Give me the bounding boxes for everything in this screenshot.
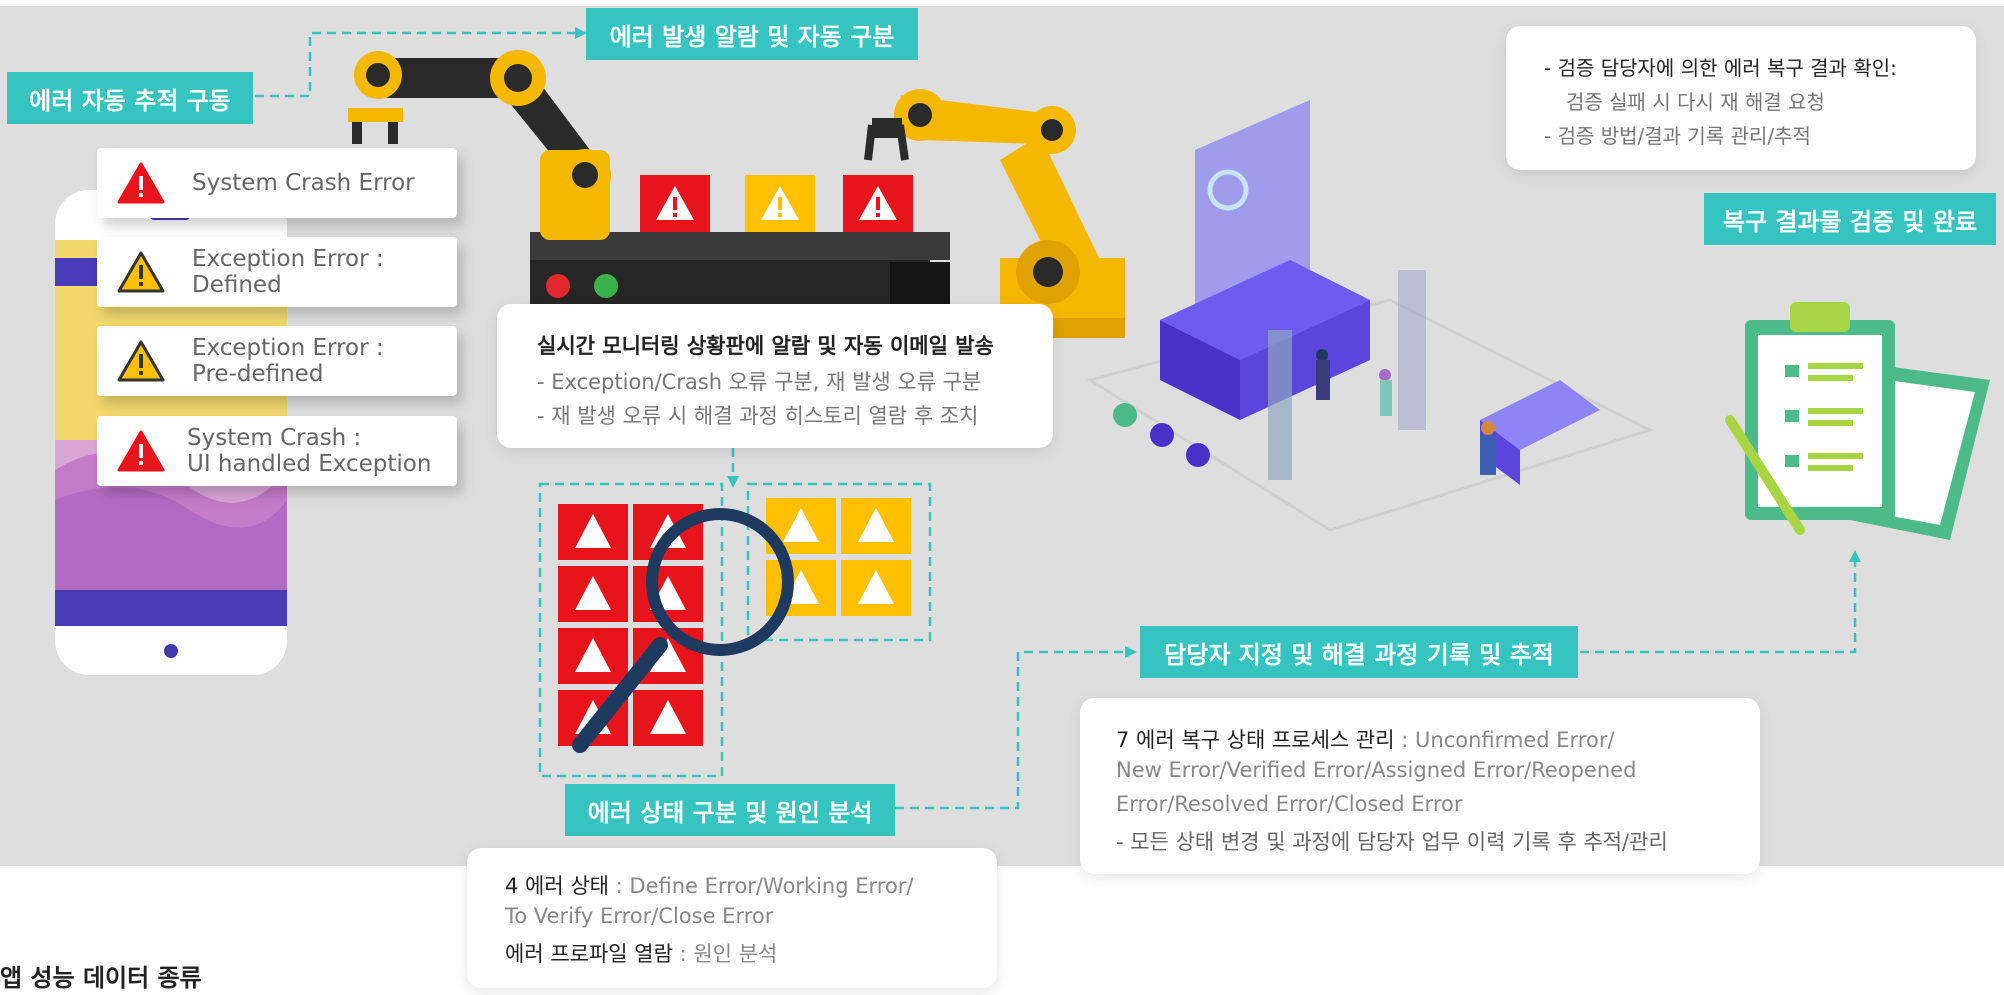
error-card-title: System Crash : <box>187 425 362 451</box>
status-line-1: 4 에러 상태 : Define Error/Working Error/ <box>505 870 914 900</box>
error-red-icon <box>117 430 165 472</box>
profile-title: 에러 프로파일 열람 <box>505 942 673 966</box>
clipboard-checklist-illustration <box>1725 302 1990 540</box>
status-states-1: : Define Error/Working Error/ <box>609 874 914 898</box>
error-card-subtitle: Pre-defined <box>192 361 324 387</box>
profile-desc: : 원인 분석 <box>672 942 778 966</box>
status-title: 4 에러 상태 <box>505 874 609 898</box>
error-card-title: System Crash Error <box>192 170 415 196</box>
verify-line-1: - 검증 담당자에 의한 에러 복구 결과 확인: <box>1544 56 1897 80</box>
diagram-canvas: 에러 자동 추적 구동 에러 발생 알람 및 자동 구분 에러 상태 구분 및 … <box>0 0 2004 995</box>
error-red-icon <box>117 162 165 204</box>
arrowhead-icon <box>727 476 739 488</box>
monitoring-info-card: 실시간 모니터링 상황판에 알람 및 자동 이메일 발송 - Exception… <box>497 304 1053 448</box>
label-status-analysis: 에러 상태 구분 및 원인 분석 <box>565 784 895 836</box>
error-card-title: Exception Error : <box>192 335 384 361</box>
label-auto-trace: 에러 자동 추적 구동 <box>7 72 253 124</box>
process-line-2: New Error/Verified Error/Assigned Error/… <box>1116 758 1637 782</box>
error-card-ui-handled: System Crash : UI handled Exception <box>97 416 457 486</box>
arrowhead-icon <box>1125 646 1137 658</box>
process-line-4: - 모든 상태 변경 및 과정에 담당자 업무 이력 기록 후 추적/관리 <box>1116 830 1668 854</box>
monitoring-line-1: - Exception/Crash 오류 구분, 재 발생 오류 구분 <box>537 370 982 394</box>
red-alarm-grid <box>558 504 703 746</box>
verification-info-card: - 검증 담당자에 의한 에러 복구 결과 확인: 검증 실패 시 다시 재 해… <box>1506 26 1976 170</box>
process-title: 7 에러 복구 상태 프로세스 관리 <box>1116 728 1395 752</box>
error-status-card: 4 에러 상태 : Define Error/Working Error/ To… <box>467 848 997 988</box>
monitoring-line-2: - 재 발생 오류 시 해결 과정 히스토리 열람 후 조치 <box>537 404 979 428</box>
warning-yellow-icon <box>117 251 165 293</box>
error-card-exception-defined: Exception Error : Defined <box>97 237 457 307</box>
error-card-exception-predefined: Exception Error : Pre-defined <box>97 326 457 396</box>
process-line-1: 7 에러 복구 상태 프로세스 관리 : Unconfirmed Error/ <box>1116 724 1615 754</box>
status-line-3: 에러 프로파일 열람 : 원인 분석 <box>505 938 777 968</box>
process-line-3: Error/Resolved Error/Closed Error <box>1116 792 1463 816</box>
process-separator: : <box>1394 728 1416 752</box>
footer-heading: 앱 성능 데이터 종류 <box>0 964 202 992</box>
warning-yellow-icon <box>117 340 165 382</box>
label-alarm-classify: 에러 발생 알람 및 자동 구분 <box>586 8 918 60</box>
monitoring-title: 실시간 모니터링 상황판에 알람 및 자동 이메일 발송 <box>537 334 994 358</box>
verify-line-2: 검증 실패 시 다시 재 해결 요청 <box>1566 90 1825 114</box>
status-line-2: To Verify Error/Close Error <box>505 904 774 928</box>
error-card-system-crash: System Crash Error <box>97 148 457 218</box>
error-card-subtitle: Defined <box>192 272 282 298</box>
arrowhead-icon <box>1849 550 1861 562</box>
recovery-process-card: 7 에러 복구 상태 프로세스 관리 : Unconfirmed Error/ … <box>1080 698 1760 874</box>
label-verify-complete: 복구 결과물 검증 및 완료 <box>1704 193 1996 245</box>
process-states-1: Unconfirmed Error/ <box>1415 728 1615 752</box>
connector-assign-to-verify <box>1580 562 1857 654</box>
verify-line-3: - 검증 방법/결과 기록 관리/추적 <box>1544 124 1811 148</box>
error-card-subtitle: UI handled Exception <box>187 451 432 477</box>
label-assign-track: 담당자 지정 및 해결 과정 기록 및 추적 <box>1140 626 1578 678</box>
error-card-title: Exception Error : <box>192 246 384 272</box>
